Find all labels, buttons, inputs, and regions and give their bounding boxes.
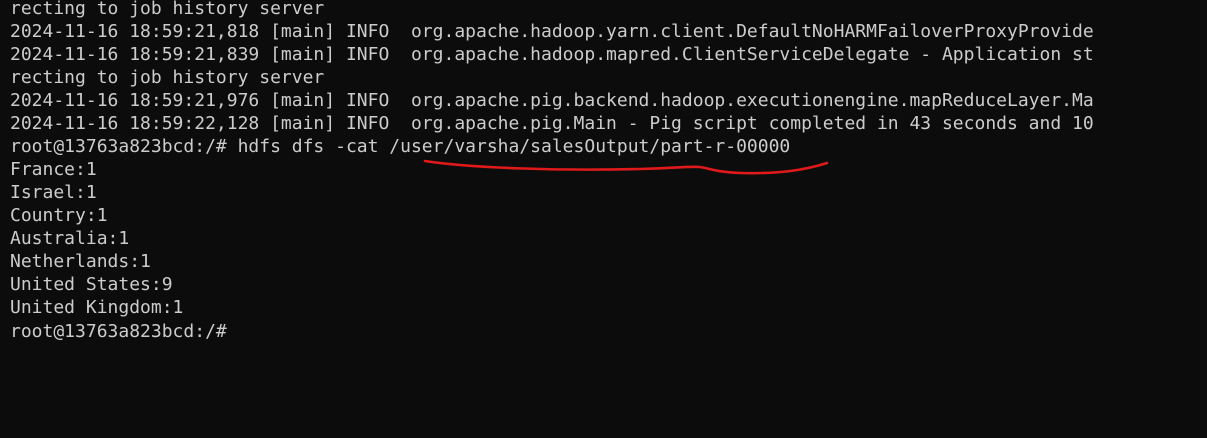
terminal-line: 2024-11-16 18:59:21,839 [main] INFO org.… [10,44,1094,65]
terminal-window[interactable]: recting to job history server 2024-11-16… [0,0,1207,438]
output-line: United States:9 [10,274,173,295]
terminal-line: 2024-11-16 18:59:21,818 [main] INFO org.… [10,21,1094,42]
terminal-line: 2024-11-16 18:59:21,976 [main] INFO org.… [10,90,1094,111]
terminal-line: recting to job history server [10,67,325,88]
terminal-output: recting to job history server 2024-11-16… [10,0,1207,342]
terminal-line: recting to job history server [10,0,325,19]
command-line: root@13763a823bcd:/# hdfs dfs -cat /user… [10,136,791,157]
prompt-line[interactable]: root@13763a823bcd:/# [10,319,1207,342]
terminal-line: 2024-11-16 18:59:22,128 [main] INFO org.… [10,113,1094,134]
output-line: Netherlands:1 [10,251,151,272]
output-line: Australia:1 [10,228,130,249]
input-cursor[interactable] [238,319,248,337]
output-line: Israel:1 [10,182,97,203]
output-line: United Kingdom:1 [10,297,184,318]
output-line: France:1 [10,159,97,180]
shell-prompt: root@13763a823bcd:/# [10,321,238,342]
output-line: Country:1 [10,205,108,226]
